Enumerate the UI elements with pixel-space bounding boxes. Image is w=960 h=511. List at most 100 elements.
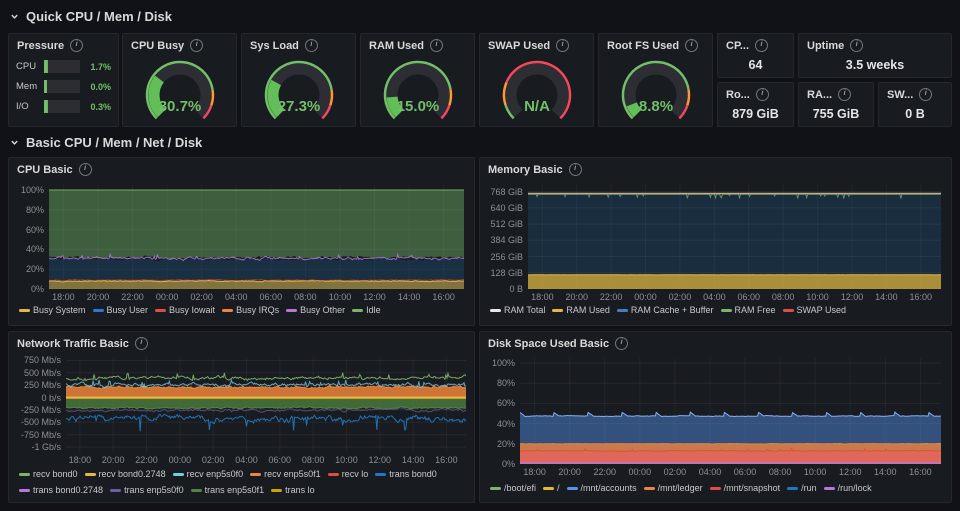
panel-title[interactable]: Pressure [17,40,64,52]
panel-title[interactable]: RAM Used [369,40,424,52]
panel-title[interactable]: Network Traffic Basic [17,338,129,350]
legend-item[interactable]: /run [787,483,817,493]
panel-title[interactable]: Root FS Used [607,40,679,52]
panel-title[interactable]: CPU Busy [131,40,184,52]
disk-space-used-basic-plot-area[interactable] [519,358,942,465]
legend-item[interactable]: trans lo [271,485,315,495]
legend-item[interactable]: RAM Used [552,305,610,315]
x-axis-label: 12:00 [838,467,862,477]
legend-item[interactable]: trans enp5s0f1 [190,485,264,495]
legend-item[interactable]: trans enp5s0f0 [110,485,184,495]
pressure-row: I/O 0.3% [9,100,118,113]
info-icon[interactable] [685,39,699,52]
y-axis-label: 0 b/s [41,392,61,403]
info-icon[interactable] [568,163,582,176]
y-axis-label: 640 GiB [490,202,523,213]
y-axis-label: 250 Mb/s [23,380,61,391]
panel-title[interactable]: Disk Space Used Basic [488,338,609,350]
pressure-label: CPU [16,61,37,72]
panel-title[interactable]: SW... [887,89,913,101]
x-axis-label: 18:00 [523,467,546,477]
info-icon[interactable] [134,337,148,350]
panel-title[interactable]: Sys Load [250,40,299,52]
section-header-basic[interactable]: Basic CPU / Mem / Net / Disk [10,135,202,150]
pressure-row: CPU 1.7% [9,60,118,73]
legend-item[interactable]: /mnt/snapshot [709,483,780,493]
panel-title[interactable]: CP... [726,40,749,52]
panel-title[interactable]: RA... [807,89,832,101]
x-axis-label: 02:00 [668,292,692,302]
info-icon[interactable] [70,39,84,52]
legend-item[interactable]: recv lo [327,469,368,479]
y-axis-label: 100% [20,184,44,195]
legend-item[interactable]: recv enp5s0f1 [250,469,321,479]
gauge-cpu-busy: 30.7% [123,55,236,125]
legend-item[interactable]: Busy Other [286,305,345,315]
legend-item[interactable]: recv enp5s0f0 [172,469,243,479]
y-axis-label: 100% [491,358,515,369]
panel-title[interactable]: Memory Basic [488,164,563,176]
legend-item[interactable]: Busy User [92,305,148,315]
info-icon[interactable] [78,163,92,176]
legend-item[interactable]: RAM Cache + Buffer [616,305,714,315]
x-axis-label: 22:00 [121,292,144,302]
legend-item[interactable]: /run/lock [823,483,872,493]
legend-item[interactable]: Busy IRQs [222,305,279,315]
legend-item[interactable]: recv bond0.2748 [84,469,166,479]
info-icon[interactable] [838,88,852,101]
network-traffic-basic-plot-area[interactable] [65,358,467,452]
x-axis-label: 18:00 [52,292,75,302]
svg-text:8.8%: 8.8% [638,98,672,115]
x-axis-label: 04:00 [698,467,722,477]
x-axis-label: 00:00 [155,292,179,302]
legend-item[interactable]: Idle [352,305,381,315]
pressure-label: I/O [16,101,29,112]
y-axis-label: 80% [25,204,44,215]
y-axis-label: 0% [501,459,515,469]
y-axis-label: 512 GiB [490,219,523,230]
legend-item[interactable]: / [543,483,560,493]
info-icon[interactable] [430,39,444,52]
chart-legend: recv bond0 recv bond0.2748 recv enp5s0f0 re… [19,469,437,479]
cpu-basic-plot-area[interactable] [48,185,465,290]
legend-item[interactable]: /mnt/accounts [566,483,637,493]
legend-item[interactable]: trans bond0 [375,469,437,479]
info-icon[interactable] [919,88,933,101]
panel-title[interactable]: SWAP Used [488,40,550,52]
info-icon[interactable] [556,39,570,52]
x-axis-label: 12:00 [840,292,864,302]
info-icon[interactable] [755,39,769,52]
legend-item[interactable]: Busy System [19,305,86,315]
legend-item[interactable]: Busy Iowait [155,305,215,315]
legend-item[interactable]: trans bond0.2748 [19,485,103,495]
info-icon[interactable] [615,337,629,350]
section-header-quick[interactable]: Quick CPU / Mem / Disk [10,9,172,24]
y-axis-label: 60% [25,224,44,235]
info-icon[interactable] [304,39,318,52]
panel-title[interactable]: CPU Basic [17,164,73,176]
legend-item[interactable]: RAM Total [490,305,545,315]
panel-title[interactable]: Uptime [807,40,844,52]
memory-basic-plot-area[interactable] [527,185,941,290]
legend-item[interactable]: RAM Free [720,305,776,315]
info-icon[interactable] [190,39,204,52]
legend-item[interactable]: /boot/efi [490,483,536,493]
legend-item[interactable]: recv bond0 [19,469,78,479]
panel-uptime: Uptime 3.5 weeks [798,33,952,78]
info-icon[interactable] [755,88,769,101]
y-axis-label: 80% [496,378,515,389]
info-icon[interactable] [850,39,864,52]
panel-title[interactable]: Ro... [726,89,750,101]
x-axis-label: 14:00 [401,455,425,465]
gauge-arc: 27.3% [264,60,333,120]
x-axis-label: 12:00 [368,455,392,465]
gauge-sys-load: 27.3% [242,55,355,125]
legend-item[interactable]: /mnt/ledger [643,483,703,493]
pressure-bar [44,100,80,113]
legend-item[interactable]: SWAP Used [782,305,846,315]
x-axis-label: 14:00 [875,292,898,302]
y-axis-label: 500 Mb/s [23,367,61,378]
panel-sys-load: Sys Load 27.3% [241,33,356,127]
pressure-row: Mem 0.0% [9,80,118,93]
x-axis-label: 10:00 [328,292,352,302]
